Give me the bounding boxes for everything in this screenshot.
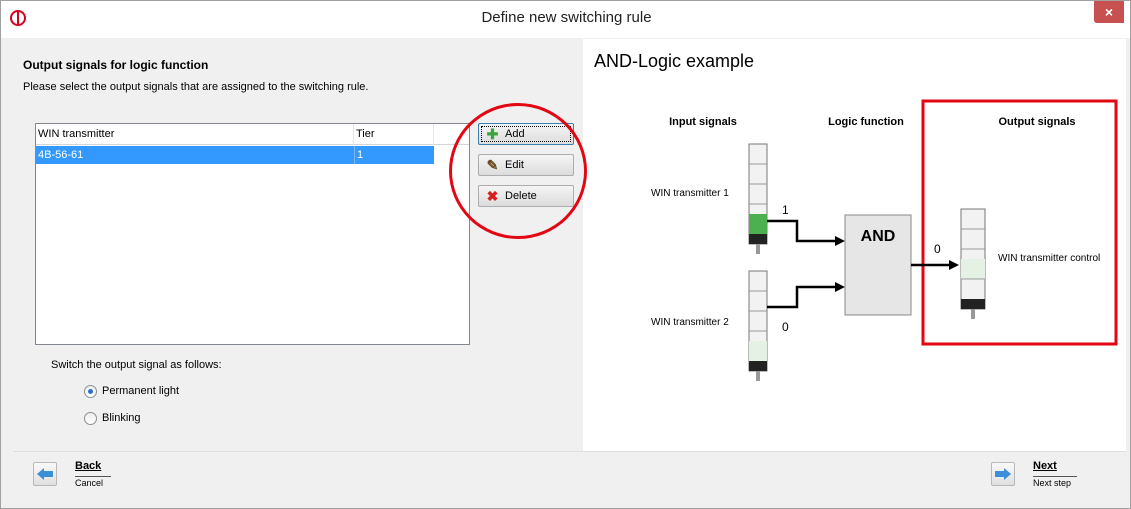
radio-permanent-light[interactable]: Permanent light	[84, 385, 179, 398]
title-bar: Define new switching rule ×	[1, 1, 1130, 38]
section-description: Please select the output signals that ar…	[23, 81, 369, 93]
signal-tower-output	[960, 208, 986, 319]
section-title: Output signals for logic function	[23, 58, 209, 72]
next-arrow-icon[interactable]	[991, 462, 1015, 486]
output-value: 0	[934, 242, 941, 256]
table-row[interactable]: 4B-56-61 1	[36, 146, 434, 164]
switch-mode-label: Switch the output signal as follows:	[51, 359, 222, 371]
next-button[interactable]: Next	[1033, 460, 1057, 472]
signal-tower-2	[748, 270, 768, 381]
radio-blinking-label: Blinking	[102, 412, 141, 424]
arrow-head-2	[835, 282, 845, 292]
transmitter-1-label: WIN transmitter 1	[651, 188, 729, 199]
dialog-window: Define new switching rule × Output signa…	[0, 0, 1131, 509]
transmitter-2-value: 0	[782, 320, 789, 334]
output-signals-list[interactable]: WIN transmitter Tier 4B-56-61 1	[35, 123, 470, 345]
cell-transmitter: 4B-56-61	[38, 149, 84, 161]
signal-tower-1	[748, 143, 768, 254]
arrow-head-1	[835, 236, 845, 246]
left-arrow-icon	[37, 468, 53, 480]
arrow-head-out	[949, 260, 959, 270]
footer-bar: Back Cancel Next Next step	[13, 451, 1126, 505]
window-title: Define new switching rule	[481, 9, 652, 26]
and-gate-label: AND	[861, 228, 896, 245]
radio-blinking[interactable]: Blinking	[84, 412, 141, 425]
output-transmitter-label: WIN transmitter control	[998, 253, 1100, 264]
back-arrow-icon[interactable]	[33, 462, 57, 486]
output-highlight-box	[921, 99, 1118, 346]
radio-dot-checked	[84, 385, 97, 398]
output-signals-header: Output signals	[999, 116, 1076, 128]
connector-1	[767, 219, 835, 243]
radio-permanent-label: Permanent light	[102, 385, 180, 397]
highlight-circle	[449, 103, 587, 239]
list-header: WIN transmitter Tier	[36, 124, 469, 145]
close-button[interactable]: ×	[1094, 1, 1124, 23]
column-header-transmitter[interactable]: WIN transmitter	[36, 124, 354, 145]
and-logic-diagram: Input signals Logic function Output sign…	[651, 99, 1118, 381]
transmitter-1-value: 1	[782, 203, 789, 217]
radio-dot-unchecked	[84, 412, 97, 425]
transmitter-2-label: WIN transmitter 2	[651, 317, 729, 328]
logic-function-header: Logic function	[828, 116, 904, 128]
right-arrow-icon	[995, 468, 1011, 480]
next-step-link[interactable]: Next step	[1033, 476, 1077, 488]
connector-2	[767, 285, 835, 309]
input-signals-header: Input signals	[669, 116, 737, 128]
green-light-on	[749, 214, 767, 234]
column-header-tier[interactable]: Tier	[354, 124, 434, 145]
cell-tier: 1	[354, 146, 434, 164]
cancel-link[interactable]: Cancel	[75, 476, 111, 488]
back-button[interactable]: Back	[75, 460, 101, 472]
